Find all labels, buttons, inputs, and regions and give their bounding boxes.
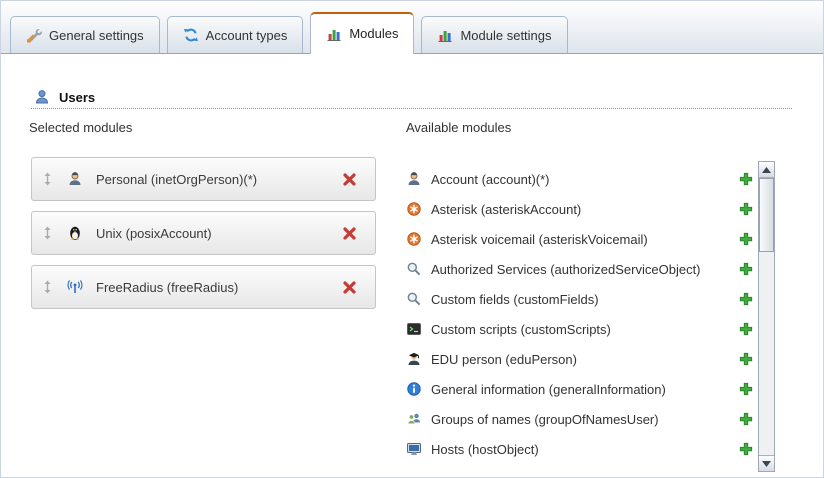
available-module-label: General information (generalInformation) <box>431 382 666 397</box>
available-module-label: EDU person (eduPerson) <box>431 352 577 367</box>
available-modules-scrollbar[interactable] <box>758 161 775 472</box>
add-module-icon[interactable] <box>739 382 753 396</box>
available-module-label: Asterisk voicemail (asteriskVoicemail) <box>431 232 648 247</box>
selected-module-freeradius[interactable]: FreeRadius (freeRadius) <box>31 265 376 309</box>
asterisk-icon <box>406 231 422 247</box>
section-divider <box>31 108 792 109</box>
available-module-groups-of-names: Groups of names (groupOfNamesUser) <box>406 404 755 434</box>
tux-penguin-icon <box>67 225 83 241</box>
section-title: Users <box>59 90 95 105</box>
refresh-icon <box>183 27 199 43</box>
remove-module-icon[interactable] <box>342 172 357 187</box>
tab-label: General settings <box>49 28 144 43</box>
scrollbar-track[interactable] <box>759 178 774 455</box>
available-module-label: Asterisk (asteriskAccount) <box>431 202 581 217</box>
available-module-label: Account (account)(*) <box>431 172 550 187</box>
person-icon <box>406 171 422 187</box>
bar-chart-icon <box>326 26 342 42</box>
drag-handle-icon[interactable] <box>43 280 52 294</box>
section-header-users: Users <box>34 89 95 105</box>
tab-label: Module settings <box>460 28 551 43</box>
add-module-icon[interactable] <box>739 202 753 216</box>
available-module-edu-person: EDU person (eduPerson) <box>406 344 755 374</box>
selected-modules-heading: Selected modules <box>29 120 132 135</box>
available-module-account: Account (account)(*) <box>406 164 755 194</box>
available-modules-heading: Available modules <box>406 120 511 135</box>
available-module-general-information: General information (generalInformation) <box>406 374 755 404</box>
tab-label: Account types <box>206 28 288 43</box>
scrollbar-thumb[interactable] <box>759 178 774 252</box>
tools-icon <box>26 27 42 43</box>
available-module-asterisk: Asterisk (asteriskAccount) <box>406 194 755 224</box>
add-module-icon[interactable] <box>739 412 753 426</box>
available-module-custom-fields: Custom fields (customFields) <box>406 284 755 314</box>
selected-module-label: Unix (posixAccount) <box>96 226 212 241</box>
magnifier-icon <box>406 291 422 307</box>
terminal-icon <box>406 321 422 337</box>
group-icon <box>406 411 422 427</box>
available-module-hosts: Hosts (hostObject) <box>406 434 755 464</box>
bar-chart-icon <box>437 27 453 43</box>
add-module-icon[interactable] <box>739 262 753 276</box>
selected-module-label: Personal (inetOrgPerson)(*) <box>96 172 257 187</box>
drag-handle-icon[interactable] <box>43 226 52 240</box>
tab-label: Modules <box>349 26 398 41</box>
available-module-label: Hosts (hostObject) <box>431 442 539 457</box>
magnifier-icon <box>406 261 422 277</box>
selected-module-label: FreeRadius (freeRadius) <box>96 280 238 295</box>
add-module-icon[interactable] <box>739 292 753 306</box>
available-modules-list: Account (account)(*) Asterisk (asteriskA… <box>406 164 755 464</box>
graduate-person-icon <box>406 351 422 367</box>
available-module-asterisk-voicemail: Asterisk voicemail (asteriskVoicemail) <box>406 224 755 254</box>
user-icon <box>34 89 50 105</box>
available-module-label: Authorized Services (authorizedServiceOb… <box>431 262 701 277</box>
available-module-custom-scripts: Custom scripts (customScripts) <box>406 314 755 344</box>
tab-modules[interactable]: Modules <box>310 12 414 54</box>
remove-module-icon[interactable] <box>342 226 357 241</box>
scroll-down-button[interactable] <box>759 455 774 471</box>
drag-handle-icon[interactable] <box>43 172 52 186</box>
add-module-icon[interactable] <box>739 232 753 246</box>
tab-bar: General settings Account types <box>10 1 568 53</box>
available-module-label: Custom fields (customFields) <box>431 292 599 307</box>
scroll-up-button[interactable] <box>759 162 774 178</box>
add-module-icon[interactable] <box>739 172 753 186</box>
add-module-icon[interactable] <box>739 322 753 336</box>
add-module-icon[interactable] <box>739 352 753 366</box>
lam-config-window: General settings Account types <box>0 0 824 478</box>
info-icon <box>406 381 422 397</box>
antenna-icon <box>67 279 83 295</box>
person-icon <box>67 171 83 187</box>
available-module-label: Groups of names (groupOfNamesUser) <box>431 412 659 427</box>
remove-module-icon[interactable] <box>342 280 357 295</box>
selected-module-personal[interactable]: Personal (inetOrgPerson)(*) <box>31 157 376 201</box>
monitor-icon <box>406 441 422 457</box>
selected-module-unix[interactable]: Unix (posixAccount) <box>31 211 376 255</box>
available-module-label: Custom scripts (customScripts) <box>431 322 611 337</box>
tab-module-settings[interactable]: Module settings <box>421 16 567 53</box>
add-module-icon[interactable] <box>739 442 753 456</box>
selected-modules-list: Personal (inetOrgPerson)(*) <box>31 157 376 309</box>
asterisk-icon <box>406 201 422 217</box>
available-module-authorized-services: Authorized Services (authorizedServiceOb… <box>406 254 755 284</box>
tab-general-settings[interactable]: General settings <box>10 16 160 53</box>
tab-account-types[interactable]: Account types <box>167 16 304 53</box>
